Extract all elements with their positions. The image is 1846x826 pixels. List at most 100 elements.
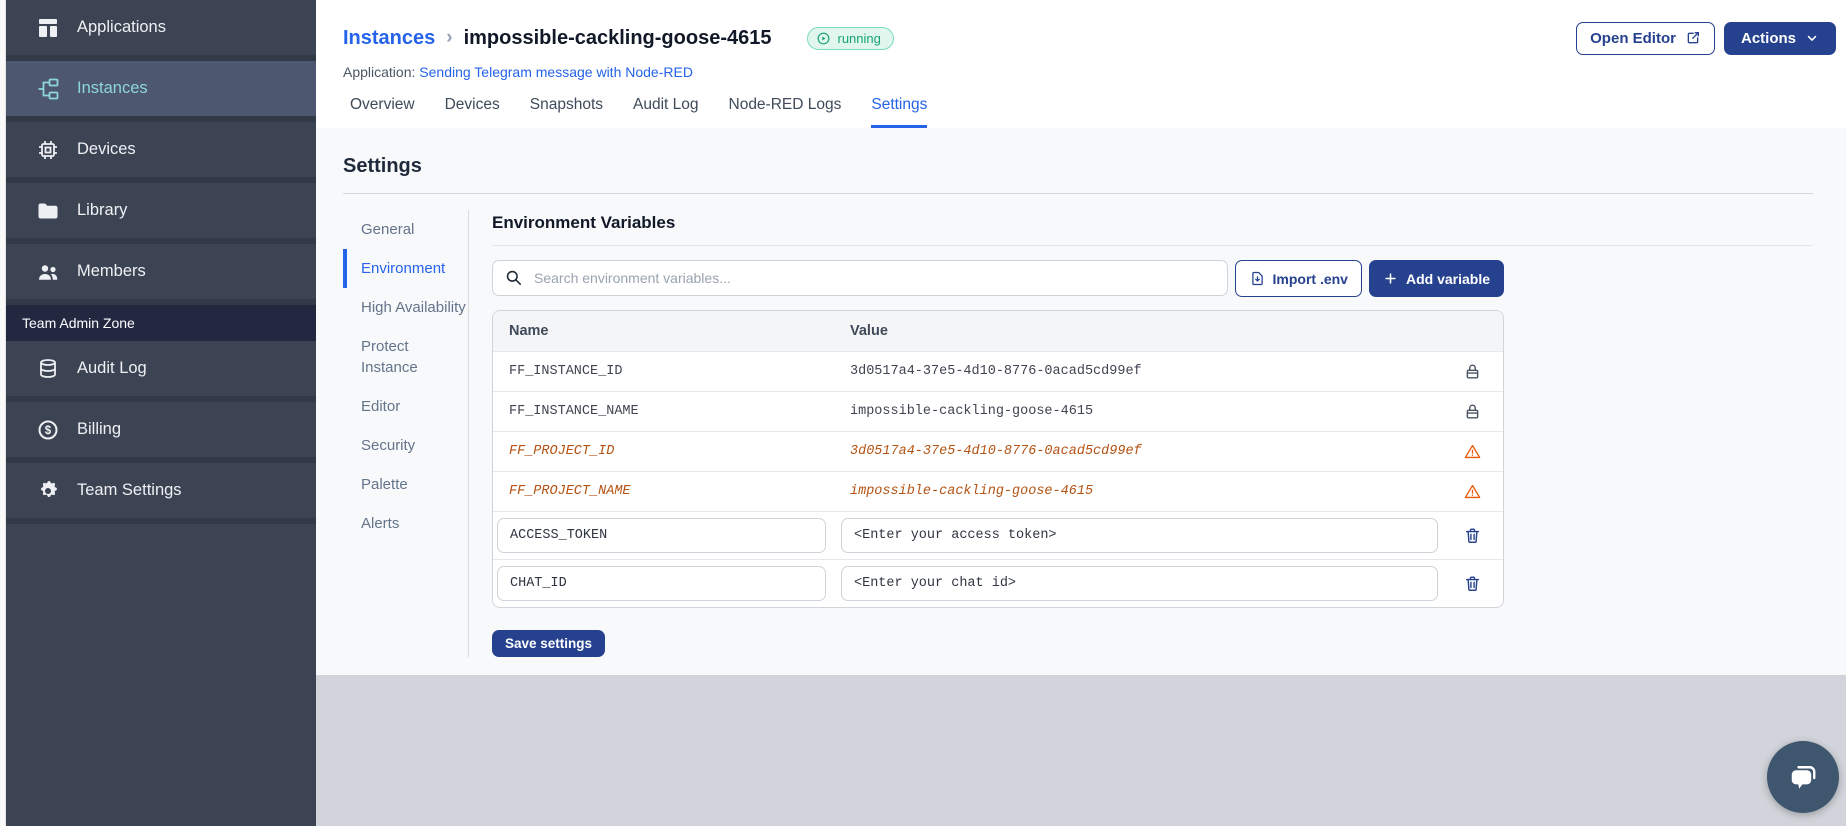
env-var-name-input[interactable] (497, 566, 826, 601)
divider (343, 193, 1813, 194)
env-var-name: FF_INSTANCE_NAME (509, 404, 639, 419)
sidebar-item-label: Applications (77, 18, 166, 36)
gear-icon (40, 480, 57, 497)
table-row: FF_PROJECT_ID 3d0517a4-37e5-4d10-8776-0a… (493, 431, 1503, 471)
tab-audit-log[interactable]: Audit Log (633, 96, 699, 128)
lock-icon (1466, 404, 1478, 419)
table-row (493, 559, 1503, 607)
divider (468, 210, 469, 657)
subnav-item-high-availability[interactable]: High Availability (343, 288, 468, 327)
instances-icon (38, 78, 59, 99)
chip-icon (39, 140, 57, 159)
divider (492, 245, 1813, 246)
sidebar: Applications Instances Devices Library M… (6, 0, 316, 826)
env-var-value: impossible-cackling-goose-4615 (850, 404, 1094, 419)
env-toolbar: Import .env Add variable (492, 260, 1504, 297)
sidebar-item-library[interactable]: Library (6, 183, 316, 244)
section-title: Environment Variables (492, 213, 676, 232)
team-admin-zone-label: Team Admin Zone (6, 305, 316, 341)
subnav-item-security[interactable]: Security (343, 426, 468, 465)
warning-icon (1464, 484, 1480, 499)
sidebar-item-applications[interactable]: Applications (6, 0, 316, 61)
subnav-item-environment[interactable]: Environment (343, 249, 468, 288)
import-env-label: Import .env (1272, 270, 1348, 287)
column-header-name: Name (509, 323, 549, 339)
trash-icon[interactable] (1463, 574, 1482, 593)
sidebar-item-audit-log[interactable]: Audit Log (6, 341, 316, 402)
actions-label: Actions (1740, 29, 1796, 47)
tab-devices[interactable]: Devices (445, 96, 500, 128)
env-var-name-input[interactable] (497, 518, 826, 553)
import-env-icon (1251, 271, 1263, 286)
env-var-value-input[interactable] (841, 566, 1438, 601)
environment-variables-section: Environment Variables Search environment… (492, 210, 1813, 657)
external-link-icon (1687, 32, 1699, 44)
subnav-item-general[interactable]: General (343, 210, 468, 249)
chat-widget-button[interactable] (1767, 741, 1839, 813)
sidebar-item-devices[interactable]: Devices (6, 122, 316, 183)
search-input[interactable] (492, 260, 1228, 296)
status-badge: running (807, 26, 894, 50)
play-circle-icon (818, 32, 830, 44)
add-variable-button[interactable]: Add variable (1368, 260, 1504, 297)
breadcrumb-separator: › (446, 27, 453, 48)
subnav-item-alerts[interactable]: Alerts (343, 504, 468, 543)
env-var-value: impossible-cackling-goose-4615 (850, 484, 1094, 499)
trash-icon[interactable] (1463, 526, 1482, 545)
subnav-item-protect-instance[interactable]: Protect Instance (343, 327, 468, 387)
application-link[interactable]: Sending Telegram message with Node-RED (419, 64, 693, 80)
warning-icon (1464, 444, 1480, 459)
search-icon (506, 270, 522, 286)
tab-settings[interactable]: Settings (871, 96, 928, 128)
window-edge (0, 0, 6, 826)
settings-page: Settings General Environment High Availa… (316, 128, 1846, 657)
env-var-value: 3d0517a4-37e5-4d10-8776-0acad5cd99ef (850, 444, 1142, 459)
actions-button[interactable]: Actions (1723, 21, 1836, 55)
tab-snapshots[interactable]: Snapshots (530, 96, 603, 128)
page-title: Settings (343, 155, 422, 177)
application-line: Application: Sending Telegram message wi… (343, 64, 1836, 80)
search-box (492, 260, 1228, 297)
env-variables-table: Name Value FF_INSTANCE_ID 3d0517a4-37e5-… (492, 310, 1504, 608)
lock-icon (1466, 364, 1478, 379)
column-header-value: Value (850, 323, 888, 339)
open-editor-label: Open Editor (1590, 29, 1676, 47)
table-row: FF_INSTANCE_ID 3d0517a4-37e5-4d10-8776-0… (493, 351, 1503, 391)
dollar-icon: $ (38, 420, 58, 439)
sidebar-item-label: Members (77, 262, 146, 280)
application-label: Application: (343, 64, 416, 80)
users-icon (39, 264, 58, 280)
sidebar-item-billing[interactable]: $ Billing (6, 402, 316, 463)
add-variable-label: Add variable (1405, 270, 1490, 287)
page-footer (316, 675, 1846, 826)
sidebar-item-instances[interactable]: Instances (6, 61, 316, 122)
status-badge-label: running (837, 30, 881, 46)
sidebar-item-label: Audit Log (77, 359, 147, 377)
applications-icon (39, 18, 57, 37)
table-header: Name Value (493, 311, 1503, 351)
import-env-button[interactable]: Import .env (1234, 260, 1362, 297)
save-settings-button[interactable]: Save settings (492, 630, 606, 657)
env-var-name: FF_PROJECT_NAME (509, 484, 631, 499)
instance-header: Instances › impossible-cackling-goose-46… (316, 0, 1846, 128)
breadcrumb-instances-link[interactable]: Instances (343, 27, 435, 50)
chevron-down-icon (1807, 35, 1817, 41)
env-var-name: FF_PROJECT_ID (509, 444, 615, 459)
sidebar-item-label: Billing (77, 420, 122, 438)
open-editor-button[interactable]: Open Editor (1576, 21, 1715, 55)
settings-subnav: General Environment High Availability Pr… (343, 210, 468, 657)
database-icon (40, 358, 56, 378)
tab-overview[interactable]: Overview (350, 96, 415, 128)
folder-icon (38, 203, 58, 218)
subnav-item-editor[interactable]: Editor (343, 387, 468, 426)
sidebar-item-team-settings[interactable]: Team Settings (6, 463, 316, 524)
env-var-value-input[interactable] (841, 518, 1438, 553)
table-row: FF_PROJECT_NAME impossible-cackling-goos… (493, 471, 1503, 511)
table-row: FF_INSTANCE_NAME impossible-cackling-goo… (493, 391, 1503, 431)
subnav-item-palette[interactable]: Palette (343, 465, 468, 504)
table-row (493, 511, 1503, 559)
sidebar-item-members[interactable]: Members (6, 244, 316, 305)
env-var-value: 3d0517a4-37e5-4d10-8776-0acad5cd99ef (850, 364, 1142, 379)
tab-node-red-logs[interactable]: Node-RED Logs (729, 96, 842, 128)
sidebar-item-label: Devices (77, 140, 136, 158)
